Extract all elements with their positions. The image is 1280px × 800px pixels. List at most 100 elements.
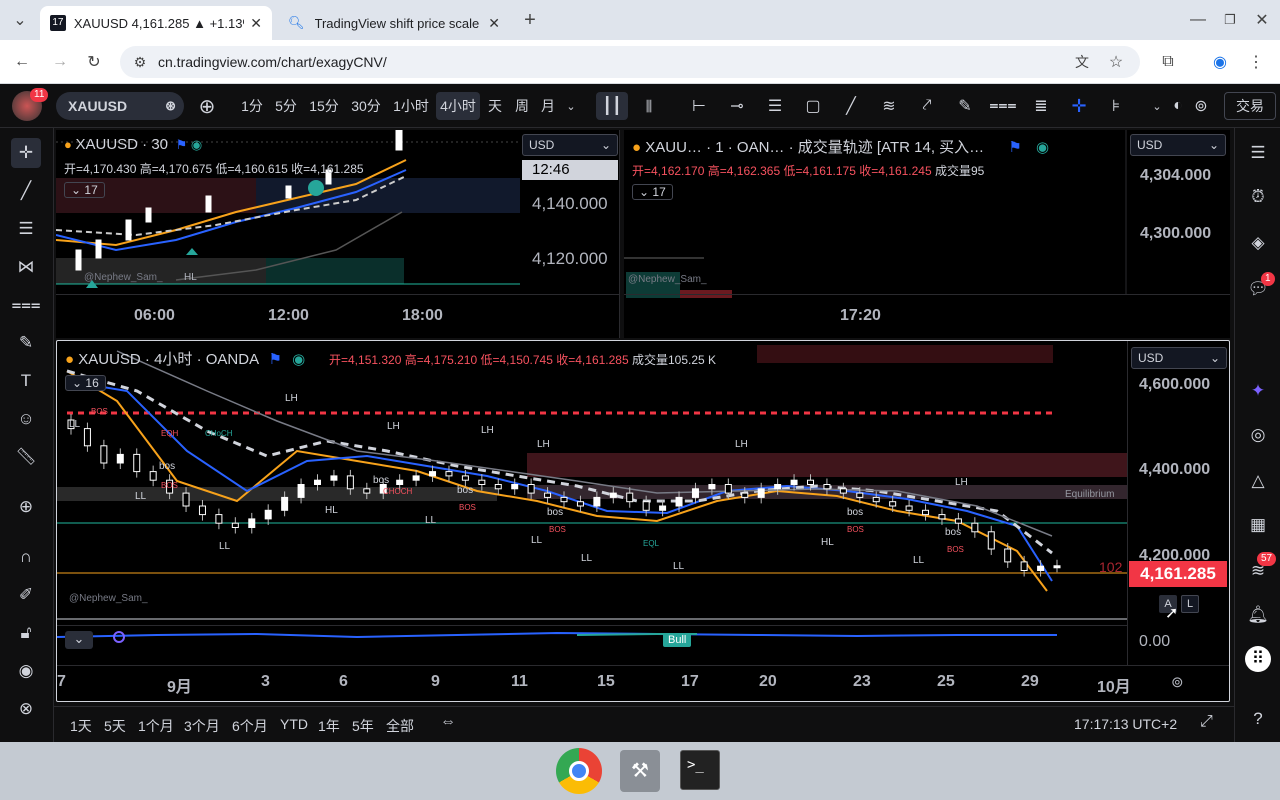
range-1m[interactable]: 1个月	[138, 716, 174, 736]
layout-icon[interactable]: ☰	[762, 92, 788, 120]
range-1d[interactable]: 1天	[70, 716, 92, 736]
pane-1m-indicators-toggle[interactable]: ⌄ 17	[632, 184, 673, 200]
url-bar[interactable]: ⚙ cn.tradingview.com/chart/exagyCNV/ 文 ☆	[120, 46, 1140, 78]
tab-search-icon[interactable]: ⌄	[8, 8, 32, 32]
ideas-icon[interactable]: △	[1245, 468, 1271, 494]
range-5d[interactable]: 5天	[104, 716, 126, 736]
range-all[interactable]: 全部	[386, 716, 414, 736]
text-tool-icon[interactable]: T	[11, 366, 41, 396]
trade-button[interactable]: 交易	[1224, 92, 1276, 120]
trendline-tool-icon[interactable]: ╱	[11, 176, 41, 206]
replay-icon[interactable]: ⊸	[724, 92, 750, 120]
rectangle-icon[interactable]: ▢	[800, 92, 826, 120]
more-tools-icon[interactable]: ⌄	[1150, 92, 1164, 120]
fib-tool-icon[interactable]: ⩶	[11, 290, 41, 320]
brush-icon[interactable]: ✎	[952, 92, 978, 120]
indicators-icon[interactable]: ⫼	[638, 92, 660, 120]
help-icon[interactable]: ?	[1245, 706, 1271, 732]
log-scale-button[interactable]: L	[1181, 595, 1199, 613]
compare-icon[interactable]: ⊛	[165, 92, 176, 120]
interval-5m[interactable]: 5分	[270, 92, 302, 120]
minimize-icon[interactable]: —	[1186, 8, 1210, 32]
alert-icon[interactable]: ⊢	[686, 92, 712, 120]
range-1y[interactable]: 1年	[318, 716, 340, 736]
globe-icon[interactable]: ⊗	[11, 694, 41, 724]
eye-icon[interactable]: ◉	[11, 656, 41, 686]
interval-dropdown-icon[interactable]: ⌄	[562, 92, 580, 120]
fullscreen-icon[interactable]: ⤢	[1200, 713, 1213, 731]
chart-pane-1m[interactable]: ● XAUU… · 1 · OAN… · 成交量轨迹 [ATR 14, 买入… …	[624, 130, 1230, 338]
pane-4h-indicators-toggle[interactable]: ⌄ 16	[65, 375, 106, 391]
close-tab-icon[interactable]: ✕	[250, 15, 262, 32]
extensions-icon[interactable]: ⧉	[1156, 50, 1180, 74]
bell-icon[interactable]: 🔔︎	[1245, 602, 1271, 628]
gann-icon[interactable]: ≣	[1028, 92, 1054, 120]
interval-15m[interactable]: 15分	[304, 92, 344, 120]
pane-30m-title[interactable]: XAUUSD · 30	[75, 136, 168, 153]
apps-grid-icon[interactable]: ⠿	[1245, 646, 1271, 672]
timezone-clock[interactable]: 17:17:13 UTC+2	[1074, 716, 1177, 732]
pane-30m-currency-select[interactable]: USD ⌄	[522, 134, 618, 156]
alarm-icon[interactable]: ⏰︎	[1245, 184, 1271, 210]
new-tab-icon[interactable]: +	[518, 8, 542, 32]
cursor-crosshair-icon[interactable]: ✛	[11, 138, 41, 168]
path-icon[interactable]: ⤤	[914, 92, 940, 120]
terminal-icon[interactable]: >_	[680, 750, 720, 790]
chart-pane-4h[interactable]: ● XAUUSD · 4小时 · OANDA ⚑ ◉ 开=4,151.320 高…	[56, 340, 1230, 702]
trendline-icon[interactable]: ╱	[838, 92, 864, 120]
ruler-icon[interactable]: 📏︎	[11, 442, 41, 472]
pane-4h-currency-select[interactable]: USD ⌄	[1131, 347, 1227, 369]
close-window-icon[interactable]: ✕	[1250, 8, 1274, 32]
pattern-tool-icon[interactable]: ⋈	[11, 252, 41, 282]
watchlist-icon[interactable]: ☰	[1245, 140, 1271, 166]
brush-tool-icon[interactable]: ✎	[11, 328, 41, 358]
target-icon[interactable]: ◎	[1245, 422, 1271, 448]
layers-icon[interactable]: ◈	[1245, 230, 1271, 256]
emoji-tool-icon[interactable]: ☺	[11, 404, 41, 434]
scale-settings-icon[interactable]: ⊚	[1171, 673, 1184, 691]
range-5y[interactable]: 5年	[352, 716, 374, 736]
pane-4h-title[interactable]: XAUUSD · 4小时 · OANDA	[78, 351, 258, 368]
ai-sparkle-icon[interactable]: ✦	[1245, 378, 1271, 404]
profile-icon[interactable]: ◉	[1208, 50, 1232, 74]
horizontal-lines-icon[interactable]: ☰	[11, 214, 41, 244]
lock-icon[interactable]: 🔓︎	[11, 618, 41, 648]
chrome-icon[interactable]	[556, 748, 602, 794]
interval-day[interactable]: 天	[482, 92, 508, 120]
restore-icon[interactable]: ❐	[1218, 8, 1242, 32]
range-ytd[interactable]: YTD	[280, 716, 308, 732]
range-3m[interactable]: 3个月	[184, 716, 220, 736]
chart-pane-30m[interactable]: ● XAUUSD · 30 ⚑ ◉ 开=4,170.430 高=4,170.67…	[56, 130, 620, 338]
tab-xauusd[interactable]: 17 XAUUSD 4,161.285 ▲ +1.13% ✕	[40, 6, 272, 40]
interval-week[interactable]: 周	[510, 92, 534, 120]
menu-dots-icon[interactable]: ⋮	[1244, 50, 1268, 74]
channel-icon[interactable]: ≋	[876, 92, 902, 120]
candles-icon[interactable]: ┃┃	[596, 92, 628, 120]
add-symbol-icon[interactable]: ⊕	[196, 92, 218, 120]
symbol-search[interactable]: XAUUSD ⊛	[56, 92, 184, 120]
drawing-mode-icon[interactable]: ✐	[11, 580, 41, 610]
date-range-icon[interactable]: ⇔	[440, 713, 456, 731]
site-info-icon[interactable]: ⚙	[128, 50, 152, 74]
interval-1m[interactable]: 1分	[234, 92, 270, 120]
measure-icon[interactable]: ⊧	[1102, 92, 1130, 120]
theme-icon[interactable]: ◐	[1168, 92, 1188, 120]
flag-icon[interactable]: ⚑	[1008, 139, 1021, 156]
pane-30m-indicators-toggle[interactable]: ⌄ 17	[64, 182, 105, 198]
translate-icon[interactable]: 文	[1070, 50, 1094, 74]
interval-1h[interactable]: 1小时	[388, 92, 434, 120]
close-tab-icon[interactable]: ✕	[488, 15, 500, 32]
calendar-icon[interactable]: ▦	[1245, 512, 1271, 538]
zoom-icon[interactable]: ⊕	[11, 492, 41, 522]
lightbulb-icon[interactable]: ⊚	[1190, 92, 1212, 120]
crosshair-icon[interactable]: ✛	[1066, 92, 1092, 120]
pane-1m-title[interactable]: XAUU… · 1 · OAN… · 成交量轨迹 [ATR 14, 买入…	[645, 139, 984, 156]
bookmark-star-icon[interactable]: ☆	[1104, 50, 1128, 74]
range-6m[interactable]: 6个月	[232, 716, 268, 736]
interval-4h[interactable]: 4小时	[436, 92, 480, 120]
interval-month[interactable]: 月	[536, 92, 560, 120]
magnet-icon[interactable]: ∩	[11, 542, 41, 572]
oscillator-collapse-icon[interactable]: ⌄	[65, 631, 93, 649]
fib-icon[interactable]: ⩶	[989, 92, 1016, 120]
reload-icon[interactable]: ↻	[82, 50, 106, 74]
